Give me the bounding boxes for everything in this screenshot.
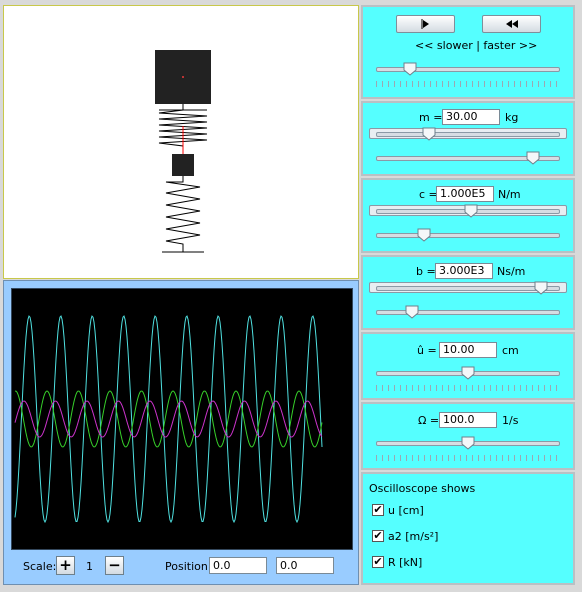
frequency-slider[interactable]	[376, 436, 560, 464]
trace-R	[14, 400, 323, 438]
slider-thumb[interactable]	[422, 127, 436, 141]
scale-label: Scale:	[23, 560, 57, 573]
oscilloscope-panel: Scale: + 1 − Position: 0.0 0.0	[3, 280, 359, 585]
amplitude-field[interactable]: 10.00	[439, 342, 497, 358]
speed-label: << slower | faster >>	[415, 39, 538, 52]
checkbox-R[interactable]: ✔	[372, 556, 384, 568]
damping-label: b =	[416, 265, 436, 278]
checkbox-u[interactable]: ✔	[372, 504, 384, 516]
position-y-field[interactable]: 0.0	[276, 557, 334, 574]
mass-field[interactable]: 30.00	[442, 109, 500, 125]
slider-thumb[interactable]	[461, 366, 475, 380]
amplitude-label: û =	[417, 344, 437, 357]
trace-u	[14, 315, 323, 524]
slider-thumb[interactable]	[464, 204, 478, 218]
oscilloscope-shows-panel: Oscilloscope shows ✔ u [cm] ✔ a2 [m/s²] …	[361, 472, 575, 585]
checkbox-a2[interactable]: ✔	[372, 530, 384, 542]
slider-thumb[interactable]	[534, 281, 548, 295]
damping-unit: Ns/m	[497, 265, 526, 278]
oscilloscope-screen	[11, 288, 353, 550]
position-label: Position:	[165, 560, 212, 573]
scale-value: 1	[86, 560, 93, 573]
rewind-icon	[505, 20, 518, 28]
stiffness-label: c =	[419, 188, 438, 201]
amplitude-slider[interactable]	[376, 366, 560, 394]
scale-minus-button[interactable]: −	[105, 556, 124, 575]
mass-panel: m = 30.00 kg	[361, 101, 575, 176]
frequency-unit: 1/s	[502, 414, 519, 427]
stiffness-value-slider[interactable]	[376, 228, 560, 244]
trace-a2	[15, 390, 323, 448]
oscilloscope-shows-title: Oscilloscope shows	[369, 482, 476, 495]
mass-label: m =	[419, 111, 443, 124]
speed-slider[interactable]	[376, 62, 560, 90]
lower-spring	[165, 176, 201, 248]
mass-range-slider[interactable]	[376, 127, 560, 143]
lower-mass-block	[172, 154, 194, 176]
stiffness-unit: N/m	[498, 188, 521, 201]
checkbox-a2-label: a2 [m/s²]	[388, 530, 439, 543]
checkbox-u-label: u [cm]	[388, 504, 424, 517]
checkbox-R-label: R [kN]	[388, 556, 423, 569]
damping-value-slider[interactable]	[376, 305, 560, 321]
mass-value-slider[interactable]	[376, 151, 560, 167]
stiffness-field[interactable]: 1.000E5	[436, 186, 494, 202]
frequency-field[interactable]: 100.0	[439, 412, 497, 428]
play-icon	[421, 19, 429, 29]
stiffness-range-slider[interactable]	[376, 204, 560, 220]
damping-field[interactable]: 3.000E3	[435, 263, 493, 279]
animation-panel	[3, 5, 359, 279]
play-button[interactable]	[396, 15, 455, 33]
slider-thumb[interactable]	[403, 62, 417, 76]
mass-unit: kg	[505, 111, 519, 124]
amplitude-unit: cm	[502, 344, 519, 357]
slider-thumb[interactable]	[417, 228, 431, 242]
amplitude-panel: û = 10.00 cm	[361, 332, 575, 400]
slider-thumb[interactable]	[405, 305, 419, 319]
damping-panel: b = 3.000E3 Ns/m	[361, 255, 575, 330]
stiffness-panel: c = 1.000E5 N/m	[361, 178, 575, 253]
spring-mass-diagram	[155, 50, 211, 253]
rewind-button[interactable]	[482, 15, 541, 33]
frequency-label: Ω =	[418, 414, 440, 427]
scale-plus-button[interactable]: +	[56, 556, 75, 575]
frequency-panel: Ω = 100.0 1/s	[361, 402, 575, 470]
slider-thumb[interactable]	[461, 436, 475, 450]
oscilloscope-traces	[14, 315, 323, 524]
position-x-field[interactable]: 0.0	[209, 557, 267, 574]
slider-thumb[interactable]	[526, 151, 540, 165]
playback-panel: << slower | faster >>	[361, 5, 575, 99]
damping-range-slider[interactable]	[376, 281, 560, 297]
